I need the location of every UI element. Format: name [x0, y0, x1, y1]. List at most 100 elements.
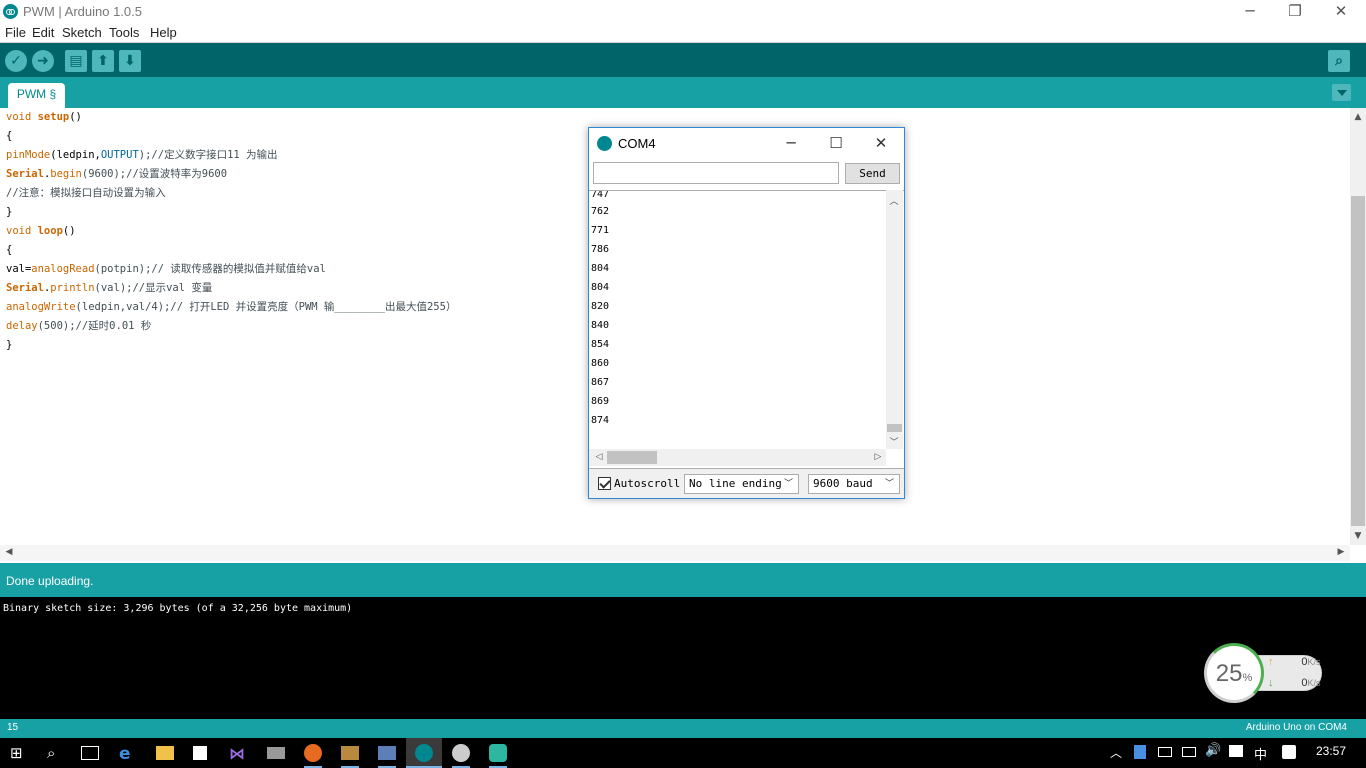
- scroll-right-icon[interactable]: ▷: [870, 452, 886, 462]
- app-icon-5[interactable]: [489, 744, 507, 762]
- tab-menu-button[interactable]: [1332, 84, 1351, 101]
- checkmark-icon: ✓: [10, 53, 22, 69]
- scroll-down-icon[interactable]: ﹀: [886, 435, 902, 448]
- new-button[interactable]: ▤: [65, 50, 87, 72]
- tab-label: PWM §: [16, 87, 57, 101]
- toolbar: [0, 43, 1366, 77]
- serial-monitor-window: COM4 ─ ☐ ✕ Send 747 762 771 786 804 804 …: [588, 127, 905, 499]
- code-line: }: [6, 339, 13, 351]
- ime-indicator[interactable]: 中: [1254, 744, 1267, 763]
- volume-icon[interactable]: 🔊: [1205, 743, 1221, 758]
- scroll-up-icon[interactable]: ︿: [886, 194, 902, 207]
- arduino-logo-icon: [3, 4, 18, 19]
- open-button[interactable]: ⬆: [92, 50, 114, 72]
- notification-icon[interactable]: [1229, 745, 1243, 757]
- serial-line: 840: [591, 320, 610, 331]
- serial-output: 747 762 771 786 804 804 820 840 854 860 …: [589, 190, 904, 452]
- serial-input[interactable]: [593, 162, 839, 184]
- scroll-up-icon[interactable]: ▲: [1350, 112, 1366, 122]
- chevron-down-icon: ﹀: [884, 479, 894, 489]
- menu-tools[interactable]: Tools: [109, 25, 139, 40]
- save-button[interactable]: ⬇: [119, 50, 141, 72]
- task-view-icon[interactable]: [81, 746, 99, 760]
- serial-line: 854: [591, 339, 610, 350]
- serial-vertical-scrollbar[interactable]: [886, 190, 903, 449]
- firefox-icon[interactable]: [304, 744, 322, 762]
- serial-line: 867: [591, 377, 610, 388]
- serial-line: 869: [591, 396, 610, 407]
- serial-maximize-button[interactable]: ☐: [821, 132, 851, 154]
- visual-studio-icon[interactable]: ⋈: [229, 744, 247, 763]
- send-button[interactable]: Send: [845, 163, 900, 184]
- maximize-button[interactable]: ❐: [1272, 0, 1318, 23]
- network-icon[interactable]: [1182, 747, 1196, 757]
- network-speed-widget[interactable]: 25% ↑ 0K/s ↓ 0K/s: [1204, 643, 1324, 703]
- serial-close-button[interactable]: ✕: [866, 132, 896, 154]
- battery-icon[interactable]: [1158, 747, 1172, 757]
- windows-start-icon[interactable]: ⊞: [10, 744, 28, 762]
- edge-icon[interactable]: e: [119, 744, 137, 764]
- tray-app-icon[interactable]: [1134, 745, 1146, 759]
- serial-line: 804: [591, 282, 610, 293]
- code-line: Serial.begin(9600);//设置波特率为9600: [6, 168, 228, 180]
- save-arrow-down-icon: ⬇: [124, 53, 136, 69]
- serial-hscroll-thumb[interactable]: [607, 451, 657, 464]
- serial-monitor-title: COM4: [618, 136, 656, 151]
- store-icon[interactable]: [193, 746, 207, 760]
- menu-help[interactable]: Help: [150, 25, 177, 40]
- menu-sketch[interactable]: Sketch: [62, 25, 102, 40]
- serial-line: 771: [591, 225, 610, 236]
- serial-monitor-button[interactable]: ⌕: [1328, 50, 1350, 72]
- line-ending-select[interactable]: No line ending ﹀: [684, 474, 799, 494]
- verify-button[interactable]: ✓: [5, 50, 27, 72]
- arduino-logo-icon: [597, 136, 612, 151]
- new-file-icon: ▤: [69, 53, 83, 69]
- scroll-down-icon[interactable]: ▼: [1350, 531, 1366, 541]
- autoscroll-checkbox[interactable]: [598, 477, 611, 490]
- baud-rate-select[interactable]: 9600 baud ﹀: [808, 474, 900, 494]
- editor-horizontal-scrollbar[interactable]: [0, 545, 1350, 561]
- scroll-left-icon[interactable]: ◀: [1, 547, 17, 557]
- open-arrow-up-icon: ⬆: [97, 53, 109, 69]
- app-icon[interactable]: [267, 747, 285, 759]
- code-line: {: [6, 244, 13, 256]
- scroll-left-icon[interactable]: ◁: [591, 452, 607, 462]
- code-line: Serial.println(val);//显示val 变量: [6, 282, 213, 294]
- line-number: 15: [7, 722, 19, 733]
- serial-line: 786: [591, 244, 610, 255]
- serial-line: 762: [591, 206, 610, 217]
- title-bar: [0, 0, 1366, 23]
- menu-file[interactable]: File: [5, 25, 26, 40]
- serial-minimize-button[interactable]: ─: [776, 132, 806, 154]
- tab-bar: PWM §: [0, 77, 1366, 108]
- code-line: val=analogRead(potpin);// 读取传感器的模拟值并赋值给v…: [6, 263, 326, 275]
- arduino-icon-active[interactable]: [415, 744, 433, 762]
- menu-edit[interactable]: Edit: [32, 25, 54, 40]
- app-icon-2[interactable]: [341, 746, 359, 760]
- download-speed: ↓ 0K/s: [1268, 677, 1321, 689]
- code-line: delay(500);//延时0.01 秒: [6, 320, 152, 332]
- serial-line: 874: [591, 415, 610, 426]
- tab-pwm[interactable]: PWM §: [8, 83, 65, 108]
- code-line: analogWrite(ledpin,val/4);// 打开LED 并设置亮度…: [6, 301, 457, 313]
- minimize-button[interactable]: ─: [1227, 0, 1273, 23]
- arrow-right-icon: ➜: [37, 53, 49, 69]
- close-button[interactable]: ✕: [1318, 0, 1364, 23]
- chevron-down-icon: ﹀: [783, 479, 793, 489]
- app-icon-3[interactable]: [378, 746, 396, 760]
- clock[interactable]: 23:57: [1316, 744, 1346, 758]
- tray-app-icon-2[interactable]: [1282, 745, 1296, 759]
- status-message: Done uploading.: [6, 574, 94, 588]
- console-text: Binary sketch size: 3,296 bytes (of a 32…: [3, 603, 353, 614]
- app-icon-4[interactable]: [452, 744, 470, 762]
- tray-expand-icon[interactable]: ︿: [1110, 744, 1122, 761]
- editor-scroll-thumb[interactable]: [1351, 196, 1365, 526]
- serial-scroll-thumb[interactable]: [887, 424, 902, 432]
- scroll-right-icon[interactable]: ▶: [1333, 547, 1349, 557]
- serial-line: 820: [591, 301, 610, 312]
- search-icon[interactable]: ⌕: [47, 744, 65, 762]
- window-title: PWM | Arduino 1.0.5: [23, 4, 142, 19]
- code-line: {: [6, 130, 13, 142]
- upload-button[interactable]: ➜: [32, 50, 54, 72]
- file-explorer-icon[interactable]: [156, 746, 174, 760]
